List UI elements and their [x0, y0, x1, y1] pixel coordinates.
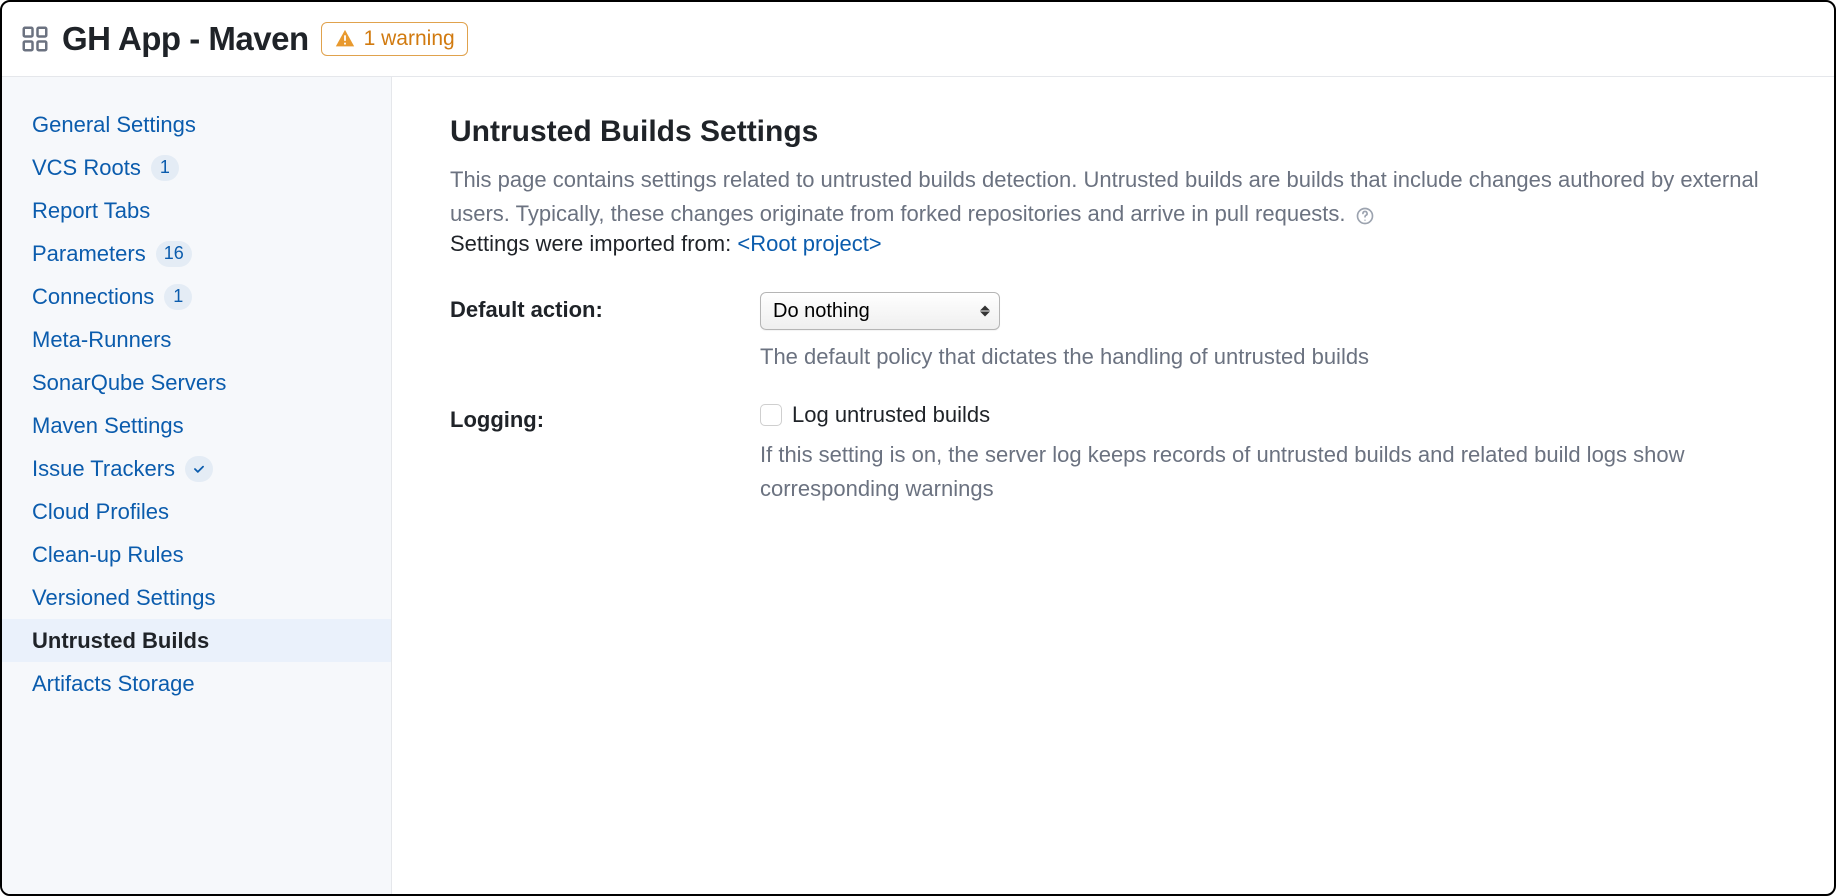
sidebar-item-artifacts-storage[interactable]: Artifacts Storage	[2, 662, 391, 705]
count-badge: 1	[151, 155, 179, 181]
sidebar-item-maven-settings[interactable]: Maven Settings	[2, 404, 391, 447]
default-action-select[interactable]: Do nothing	[760, 292, 1000, 330]
content-heading: Untrusted Builds Settings	[450, 115, 1776, 149]
sidebar-item-general-settings[interactable]: General Settings	[2, 103, 391, 146]
sidebar-item-label: Clean-up Rules	[32, 542, 184, 568]
imported-from-link[interactable]: <Root project>	[737, 231, 881, 256]
sidebar-item-label: Versioned Settings	[32, 585, 215, 611]
sidebar-item-label: Issue Trackers	[32, 456, 175, 482]
sidebar-item-vcs-roots[interactable]: VCS Roots 1	[2, 146, 391, 189]
sidebar-item-untrusted-builds[interactable]: Untrusted Builds	[2, 619, 391, 662]
check-icon	[185, 456, 213, 482]
warning-text: 1 warning	[364, 27, 455, 51]
logging-checkbox[interactable]	[760, 404, 782, 426]
sidebar-item-label: Untrusted Builds	[32, 628, 209, 654]
warning-badge[interactable]: 1 warning	[321, 22, 468, 56]
sidebar-item-label: Report Tabs	[32, 198, 150, 224]
main-content: Untrusted Builds Settings This page cont…	[392, 77, 1834, 894]
logging-row: Logging: Log untrusted builds If this se…	[450, 402, 1776, 506]
default-action-label: Default action:	[450, 292, 760, 323]
warning-icon	[334, 28, 356, 50]
count-badge: 16	[156, 241, 192, 267]
logging-hint: If this setting is on, the server log ke…	[760, 438, 1776, 506]
sidebar-item-label: General Settings	[32, 112, 196, 138]
sidebar-item-label: VCS Roots	[32, 155, 141, 181]
sidebar-item-versioned-settings[interactable]: Versioned Settings	[2, 576, 391, 619]
sidebar-item-report-tabs[interactable]: Report Tabs	[2, 189, 391, 232]
sidebar-item-issue-trackers[interactable]: Issue Trackers	[2, 447, 391, 490]
sidebar-item-label: Artifacts Storage	[32, 671, 195, 697]
app-grid-icon	[20, 24, 50, 54]
imported-from-line: Settings were imported from: <Root proje…	[450, 231, 1776, 257]
default-action-row: Default action: Do nothing The default p…	[450, 292, 1776, 374]
page-header: GH App - Maven 1 warning	[2, 2, 1834, 77]
sidebar-item-meta-runners[interactable]: Meta-Runners	[2, 318, 391, 361]
sidebar-item-connections[interactable]: Connections 1	[2, 275, 391, 318]
help-icon[interactable]	[1355, 206, 1375, 226]
logging-label: Logging:	[450, 402, 760, 433]
sidebar-item-label: Cloud Profiles	[32, 499, 169, 525]
default-action-hint: The default policy that dictates the han…	[760, 340, 1776, 374]
sidebar-item-label: Parameters	[32, 241, 146, 267]
sidebar-item-label: SonarQube Servers	[32, 370, 226, 396]
imported-prefix: Settings were imported from:	[450, 231, 737, 256]
content-description: This page contains settings related to u…	[450, 167, 1759, 226]
page-title: GH App - Maven	[62, 20, 309, 58]
sidebar-item-clean-up-rules[interactable]: Clean-up Rules	[2, 533, 391, 576]
sidebar-item-label: Connections	[32, 284, 154, 310]
sidebar-item-label: Meta-Runners	[32, 327, 171, 353]
count-badge: 1	[164, 284, 192, 310]
sidebar-item-label: Maven Settings	[32, 413, 184, 439]
sidebar: General SettingsVCS Roots1Report TabsPar…	[2, 77, 392, 894]
sidebar-item-parameters[interactable]: Parameters 16	[2, 232, 391, 275]
logging-checkbox-label: Log untrusted builds	[792, 402, 990, 428]
sidebar-item-cloud-profiles[interactable]: Cloud Profiles	[2, 490, 391, 533]
sidebar-item-sonarqube-servers[interactable]: SonarQube Servers	[2, 361, 391, 404]
